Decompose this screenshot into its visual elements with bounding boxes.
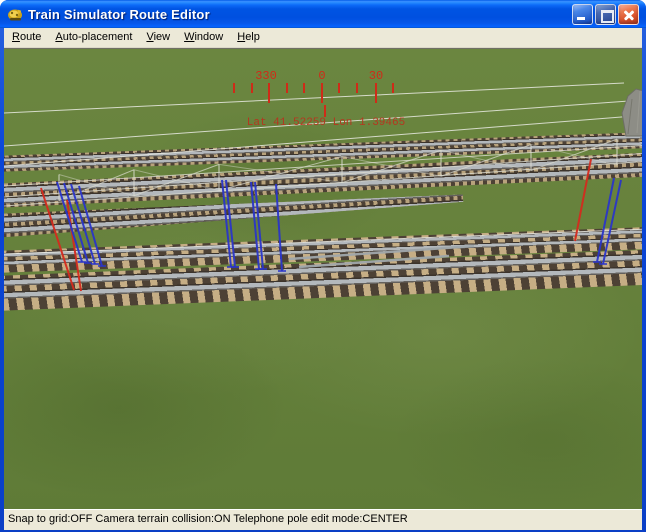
minimize-button[interactable] (572, 4, 593, 25)
svg-text:330: 330 (255, 69, 277, 83)
viewport-3d[interactable]: 330 0 30 Lat 41.52259 Lon 1.39465 (4, 48, 642, 509)
svg-text:30: 30 (369, 69, 383, 83)
svg-text:0: 0 (318, 69, 325, 83)
minimize-icon (577, 17, 585, 20)
menu-item-auto-placement[interactable]: Auto-placement (49, 29, 138, 46)
app-window: Train Simulator Route Editor RouteAuto-p… (0, 0, 646, 532)
menu-item-route[interactable]: Route (6, 29, 47, 46)
maximize-button[interactable] (595, 4, 616, 25)
status-text: Snap to grid:OFF Camera terrain collisio… (8, 513, 408, 525)
status-bar: Snap to grid:OFF Camera terrain collisio… (4, 509, 642, 530)
train-icon (7, 6, 24, 23)
menu-item-window[interactable]: Window (178, 29, 229, 46)
close-icon (619, 5, 638, 24)
menu-bar: RouteAuto-placementViewWindowHelp (4, 28, 642, 48)
svg-text:Lat 41.52259 Lon 1.39465: Lat 41.52259 Lon 1.39465 (247, 117, 405, 129)
close-button[interactable] (618, 4, 639, 25)
window-controls (572, 4, 639, 25)
menu-item-help[interactable]: Help (231, 29, 266, 46)
title-bar[interactable]: Train Simulator Route Editor (0, 0, 646, 28)
maximize-icon (601, 10, 614, 23)
window-title: Train Simulator Route Editor (28, 7, 572, 22)
scene-overlay: 330 0 30 Lat 41.52259 Lon 1.39465 (4, 49, 642, 509)
menu-item-view[interactable]: View (140, 29, 176, 46)
